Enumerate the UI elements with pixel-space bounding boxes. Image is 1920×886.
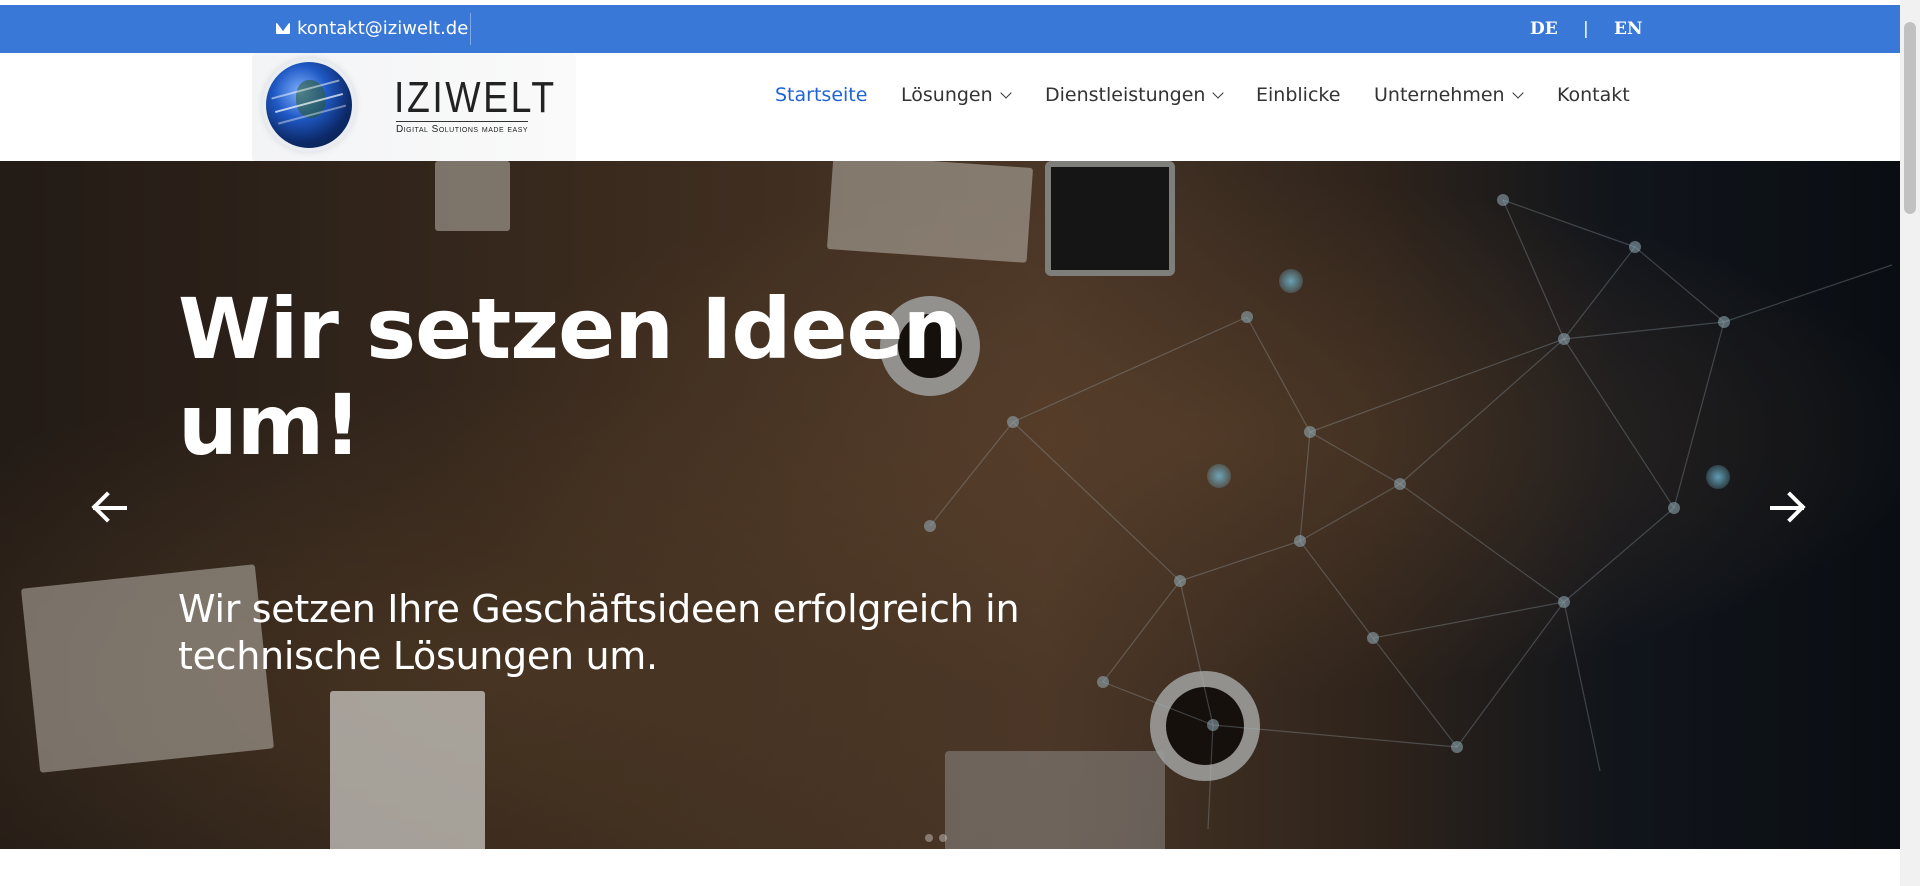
slider-pagination <box>925 834 947 842</box>
nav-item-dienstleistungen[interactable]: Dienstleistungen <box>1045 84 1225 106</box>
arrow-right-icon-head <box>1774 491 1806 523</box>
hero-subtitle: Wir setzen Ihre Geschäftsideen erfolgrei… <box>178 587 1020 678</box>
nav-item-loesungen[interactable]: Lösungen <box>901 84 1012 106</box>
slider-prev-button[interactable] <box>90 488 130 528</box>
network-node <box>1497 194 1509 206</box>
nav-item-startseite[interactable]: Startseite <box>775 84 867 106</box>
top-contact-bar: kontakt@iziwelt.de DE | EN <box>0 5 1900 53</box>
network-node-glow <box>1279 269 1303 293</box>
globe-logo-icon <box>266 62 352 148</box>
nav-label: Lösungen <box>901 84 993 106</box>
nav-item-unternehmen[interactable]: Unternehmen <box>1374 84 1524 106</box>
network-node <box>1294 535 1306 547</box>
network-node-glow <box>1706 465 1730 489</box>
arrow-left-icon-head <box>91 491 123 523</box>
network-node <box>1097 676 1109 688</box>
slider-dot[interactable] <box>939 834 947 842</box>
nav-item-kontakt[interactable]: Kontakt <box>1557 84 1630 106</box>
network-node <box>924 520 936 532</box>
site-logo[interactable]: IZIWELT Digital Solutions made easy <box>252 53 576 161</box>
nav-label: Einblicke <box>1256 84 1341 106</box>
email-link[interactable]: kontakt@iziwelt.de <box>276 18 468 39</box>
network-node <box>1304 426 1316 438</box>
page-scrollbar[interactable] <box>1900 0 1920 886</box>
topbar-divider <box>470 13 471 45</box>
nav-label: Dienstleistungen <box>1045 84 1206 106</box>
language-en-link[interactable]: EN <box>1614 19 1643 39</box>
chevron-down-icon <box>1511 86 1524 99</box>
network-node <box>1718 316 1730 328</box>
network-node <box>1241 311 1253 323</box>
network-node <box>1668 502 1680 514</box>
network-node <box>1451 741 1463 753</box>
site-header: IZIWELT Digital Solutions made easy Star… <box>0 53 1900 161</box>
network-node <box>1207 719 1219 731</box>
nav-label: Kontakt <box>1557 84 1630 106</box>
envelope-icon <box>276 23 290 34</box>
hero-slider: Wir setzen Ideen um! Wir setzen Ihre Ges… <box>0 161 1900 849</box>
scrollbar-thumb[interactable] <box>1904 22 1916 214</box>
hero-title: Wir setzen Ideen um! <box>178 280 962 474</box>
language-de-link[interactable]: DE <box>1530 19 1558 39</box>
network-node <box>1174 575 1186 587</box>
network-node <box>1558 333 1570 345</box>
network-node <box>1558 596 1570 608</box>
language-separator: | <box>1583 19 1589 39</box>
network-lines-graphic <box>929 199 1893 830</box>
nav-label: Unternehmen <box>1374 84 1505 106</box>
network-node-glow <box>1207 464 1231 488</box>
logo-wordmark: IZIWELT <box>394 73 557 122</box>
nav-item-einblicke[interactable]: Einblicke <box>1256 84 1340 106</box>
page: kontakt@iziwelt.de DE | EN IZIWELT Digit… <box>0 0 1900 886</box>
chevron-down-icon <box>1212 86 1225 99</box>
nav-label: Startseite <box>775 84 868 106</box>
slider-next-button[interactable] <box>1767 488 1807 528</box>
slider-dot[interactable] <box>925 834 933 842</box>
network-node <box>1394 478 1406 490</box>
network-node <box>1629 241 1641 253</box>
email-text: kontakt@iziwelt.de <box>297 18 469 39</box>
network-node <box>1367 632 1379 644</box>
logo-tagline: Digital Solutions made easy <box>396 121 529 135</box>
chevron-down-icon <box>999 86 1012 99</box>
